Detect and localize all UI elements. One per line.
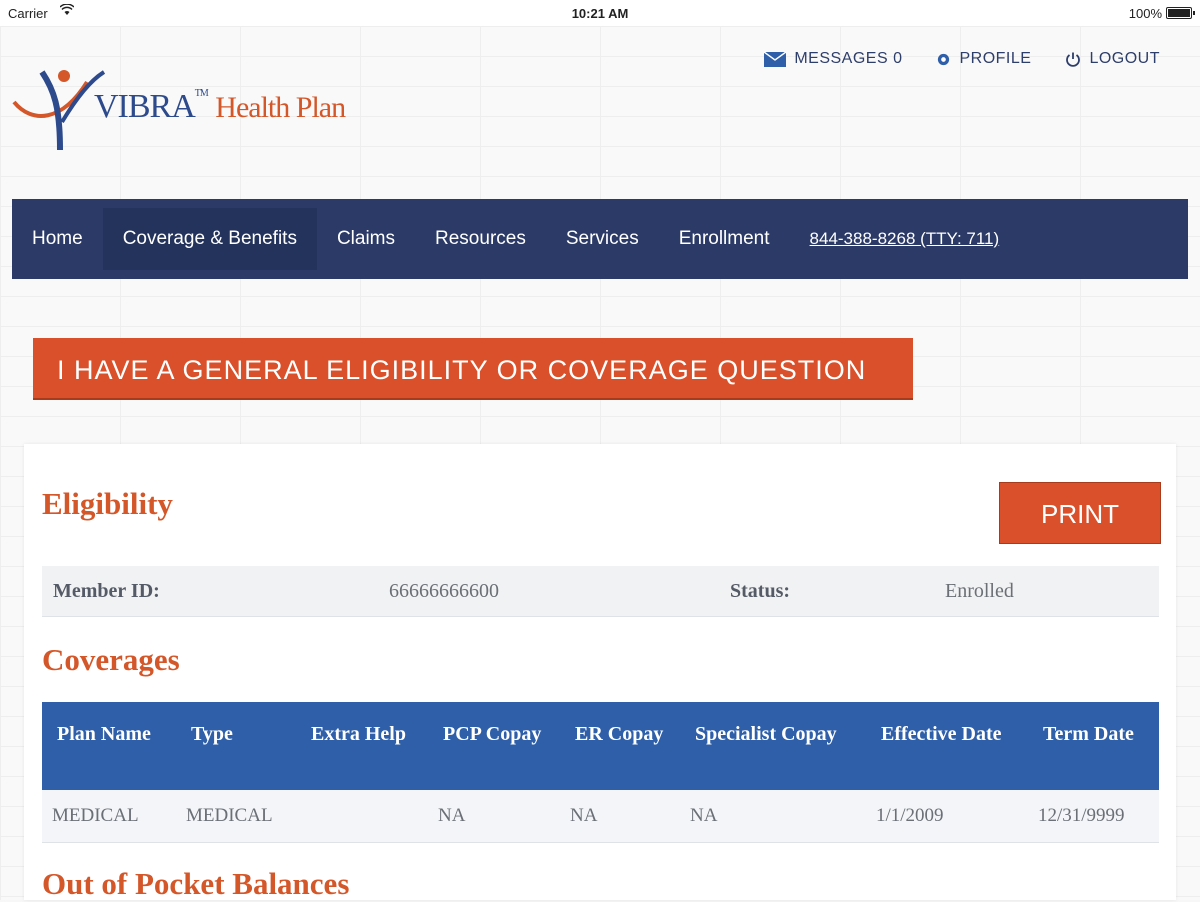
cell-extra-help <box>296 790 428 843</box>
nav-enrollment[interactable]: Enrollment <box>659 208 790 270</box>
utility-nav: MESSAGES 0 PROFILE LOGOUT <box>764 50 1160 68</box>
logo-tm: TM <box>194 88 209 99</box>
coverages-title: Coverages <box>42 642 180 677</box>
cell-er-copay: NA <box>560 790 680 843</box>
cell-pcp-copay: NA <box>428 790 560 843</box>
eligibility-title: Eligibility <box>42 486 173 521</box>
member-id-value: 66666666600 <box>389 580 499 602</box>
print-button[interactable]: PRINT <box>999 482 1161 544</box>
main-nav: Home Coverage & Benefits Claims Resource… <box>12 199 1188 279</box>
col-term-date: Term Date <box>1028 702 1159 790</box>
nav-resources[interactable]: Resources <box>415 208 546 270</box>
nav-claims[interactable]: Claims <box>317 208 415 270</box>
battery-icon <box>1166 7 1195 19</box>
member-id-label: Member ID: <box>53 580 160 602</box>
status-value: Enrolled <box>945 580 1014 602</box>
phone-link[interactable]: 844-388-8268 (TTY: 711) <box>790 229 1020 249</box>
logout-link[interactable]: LOGOUT <box>1065 50 1160 68</box>
member-info-row: Member ID: 66666666600 Status: Enrolled <box>42 566 1159 617</box>
logo-plan-name: Health Plan <box>215 91 346 124</box>
out-of-pocket-title: Out of Pocket Balances <box>42 866 350 901</box>
col-er-copay: ER Copay <box>560 702 680 790</box>
table-row: MEDICAL MEDICAL NA NA NA 1/1/2009 12/31/… <box>42 790 1159 843</box>
nav-services[interactable]: Services <box>546 208 659 270</box>
eligibility-question-button[interactable]: I HAVE A GENERAL ELIGIBILITY OR COVERAGE… <box>33 338 913 400</box>
logo-wordmark: VIBRATM Health Plan <box>94 88 346 126</box>
nav-coverage-benefits[interactable]: Coverage & Benefits <box>102 208 317 270</box>
vibra-logo[interactable]: VIBRATM Health Plan <box>12 62 352 154</box>
col-type: Type <box>176 702 296 790</box>
battery-percent: 100% <box>1128 6 1162 21</box>
col-plan-name: Plan Name <box>42 702 176 790</box>
logout-label: LOGOUT <box>1089 50 1160 67</box>
profile-label: PROFILE <box>959 50 1032 67</box>
col-specialist-copay: Specialist Copay <box>680 702 866 790</box>
power-icon <box>1065 51 1081 67</box>
envelope-icon <box>764 51 787 67</box>
cell-type: MEDICAL <box>176 790 296 843</box>
messages-label: MESSAGES 0 <box>794 50 903 67</box>
messages-link[interactable]: MESSAGES 0 <box>764 50 902 68</box>
cell-effective-date: 1/1/2009 <box>866 790 1028 843</box>
status-bar: Carrier 10:21 AM 100% <box>0 0 1200 26</box>
profile-link[interactable]: PROFILE <box>936 50 1031 68</box>
eligibility-card: Eligibility PRINT Member ID: 66666666600… <box>24 444 1176 901</box>
cell-specialist-copay: NA <box>680 790 866 843</box>
status-label: Status: <box>730 580 791 602</box>
coverages-table: Plan Name Type Extra Help PCP Copay ER C… <box>42 702 1159 843</box>
table-header-row: Plan Name Type Extra Help PCP Copay ER C… <box>42 702 1159 790</box>
nav-home[interactable]: Home <box>12 208 103 270</box>
logo-brand: VIBRA <box>94 88 196 125</box>
cell-term-date: 12/31/9999 <box>1028 790 1159 843</box>
gear-icon <box>936 52 951 67</box>
col-effective-date: Effective Date <box>866 702 1028 790</box>
clock: 10:21 AM <box>571 6 629 21</box>
col-pcp-copay: PCP Copay <box>428 702 560 790</box>
cell-plan-name: MEDICAL <box>42 790 176 843</box>
col-extra-help: Extra Help <box>296 702 428 790</box>
